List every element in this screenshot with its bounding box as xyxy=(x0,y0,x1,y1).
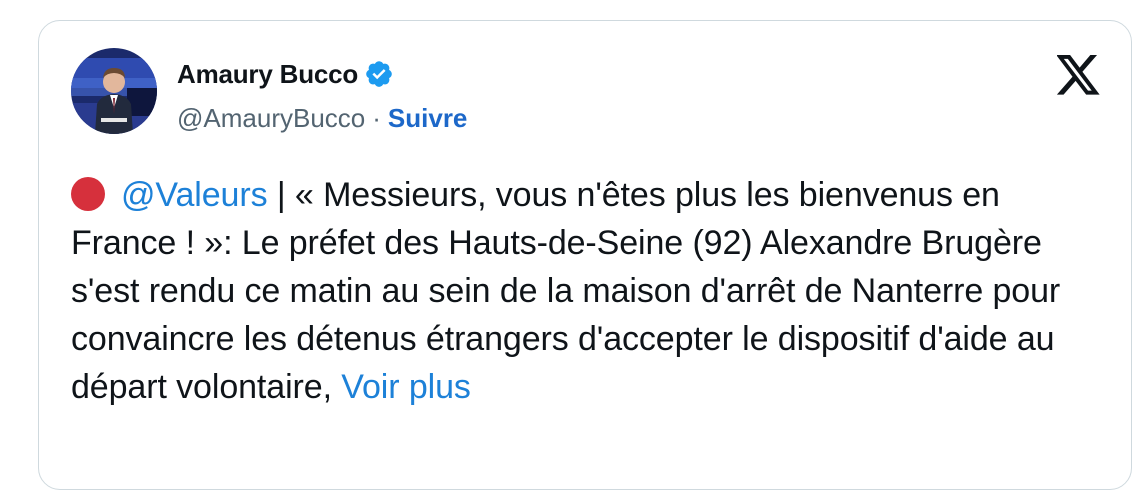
show-more-link[interactable]: Voir plus xyxy=(341,368,471,406)
follow-button[interactable]: Suivre xyxy=(388,103,468,134)
separator-dot: · xyxy=(372,102,381,133)
author-name[interactable]: Amaury Bucco xyxy=(177,59,358,90)
avatar[interactable] xyxy=(71,48,157,134)
tweet-card[interactable]: Amaury Bucco @AmauryBucco · Suivre @Vale… xyxy=(38,20,1132,490)
verified-badge-icon xyxy=(364,59,394,89)
author-name-row: Amaury Bucco xyxy=(177,57,394,91)
x-logo-icon[interactable] xyxy=(1056,55,1101,95)
red-circle-emoji xyxy=(71,177,105,211)
tweet-text: @Valeurs | « Messieurs, vous n'êtes plus… xyxy=(71,171,1111,411)
author-handle[interactable]: @AmauryBucco xyxy=(177,103,365,134)
author-handle-row: @AmauryBucco · Suivre xyxy=(177,101,467,135)
mention-link[interactable]: @Valeurs xyxy=(121,176,268,214)
